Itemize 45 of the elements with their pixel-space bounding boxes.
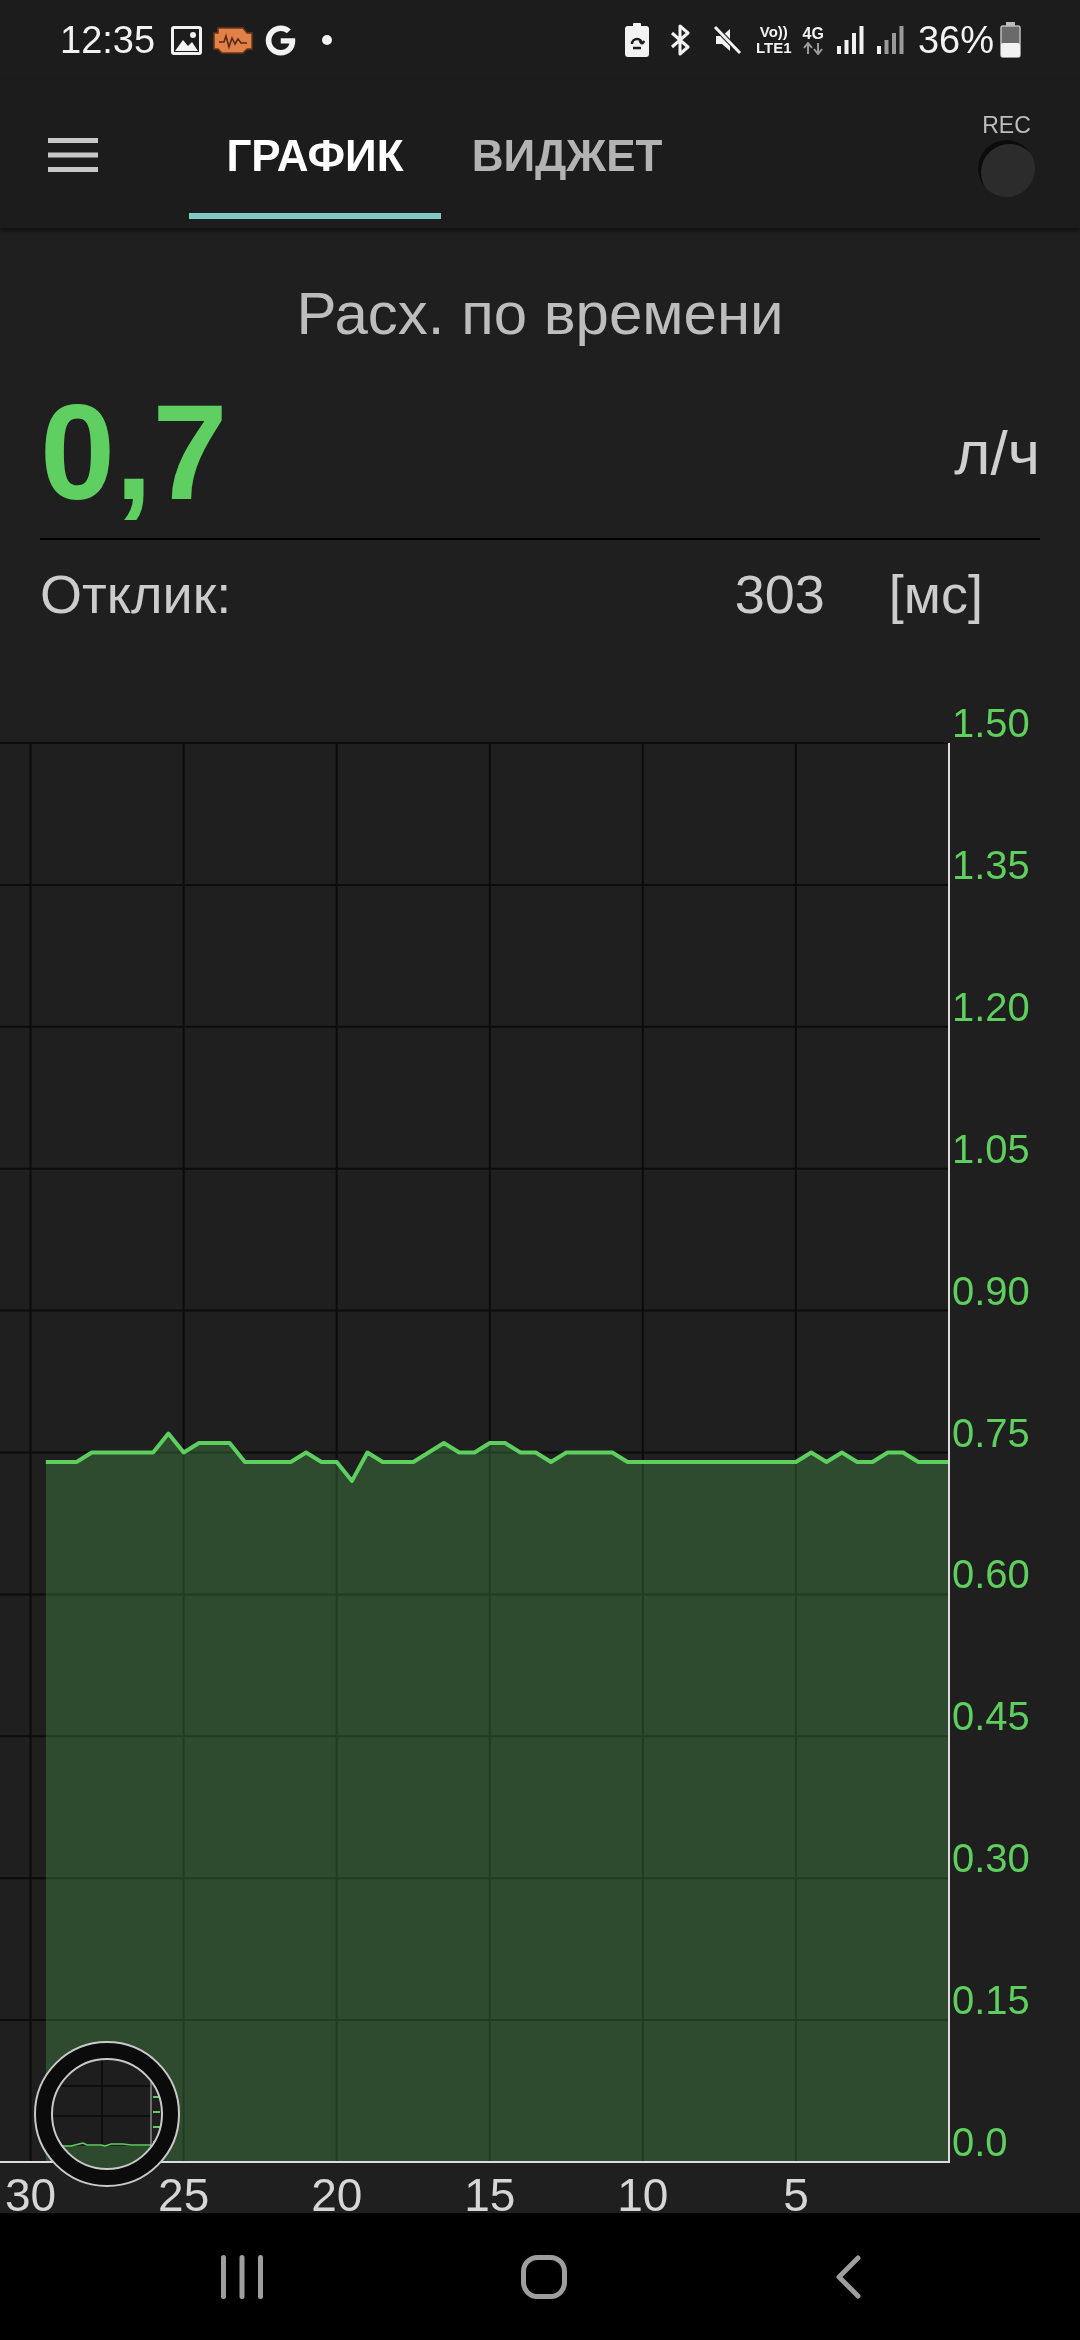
battery-recycle-icon bbox=[625, 23, 650, 57]
y-axis-label: 0.60 bbox=[952, 1552, 1030, 1597]
gauge-unit: л/ч bbox=[954, 422, 1040, 484]
data-arrows-icon bbox=[803, 42, 824, 55]
engine-waveform-icon bbox=[213, 25, 254, 55]
y-axis-label: 0.0 bbox=[952, 2120, 1008, 2164]
tab[interactable]: ГРАФИК bbox=[189, 80, 441, 219]
y-axis-label: 1.50 bbox=[952, 701, 1030, 745]
home-icon[interactable] bbox=[521, 2254, 567, 2299]
battery-icon bbox=[1000, 22, 1021, 58]
y-axis-label: 1.35 bbox=[952, 842, 1030, 887]
x-axis-label: 20 bbox=[311, 2169, 363, 2213]
response-unit: [мс] bbox=[888, 563, 983, 626]
y-axis-label: 0.15 bbox=[952, 1978, 1030, 2023]
g-logo-icon bbox=[265, 24, 297, 56]
y-axis-label: 0.75 bbox=[952, 1410, 1030, 1455]
mini-chart-icon bbox=[51, 2058, 163, 2170]
gauge-value: 0,7 bbox=[40, 385, 228, 520]
back-icon[interactable] bbox=[835, 2254, 861, 2299]
battery-percent: 36% bbox=[917, 21, 994, 59]
x-axis-label: 15 bbox=[464, 2169, 516, 2213]
recent-apps-icon[interactable] bbox=[221, 2254, 263, 2299]
y-axis-label: 1.20 bbox=[952, 984, 1030, 1029]
network-type-label: 4G bbox=[802, 25, 824, 42]
y-axis-label: 1.05 bbox=[952, 1126, 1030, 1171]
y-axis-label: 0.30 bbox=[952, 1836, 1030, 1881]
mute-icon bbox=[713, 25, 743, 55]
volte-label: Vo)) bbox=[759, 24, 788, 40]
gallery-icon bbox=[171, 25, 203, 55]
tab[interactable]: ВИДЖЕТ bbox=[441, 80, 693, 219]
gauge-title: Расх. по времени bbox=[296, 279, 784, 349]
menu-icon bbox=[48, 138, 98, 172]
x-axis-label: 10 bbox=[617, 2169, 669, 2213]
signal-icon bbox=[876, 26, 904, 54]
response-value: 303 bbox=[734, 563, 825, 626]
signal-icon bbox=[836, 26, 864, 54]
x-axis-label: 30 bbox=[5, 2169, 57, 2213]
y-axis-label: 0.90 bbox=[952, 1268, 1030, 1313]
response-label: Отклик: bbox=[40, 563, 232, 626]
status-time: 12:35 bbox=[60, 21, 156, 59]
lte-label: LTE1 bbox=[756, 40, 792, 56]
x-axis-label: 5 bbox=[783, 2169, 809, 2213]
rec-label: REC bbox=[982, 112, 1031, 138]
x-axis-label: 25 bbox=[158, 2169, 210, 2213]
y-axis-label: 0.45 bbox=[952, 1694, 1030, 1739]
